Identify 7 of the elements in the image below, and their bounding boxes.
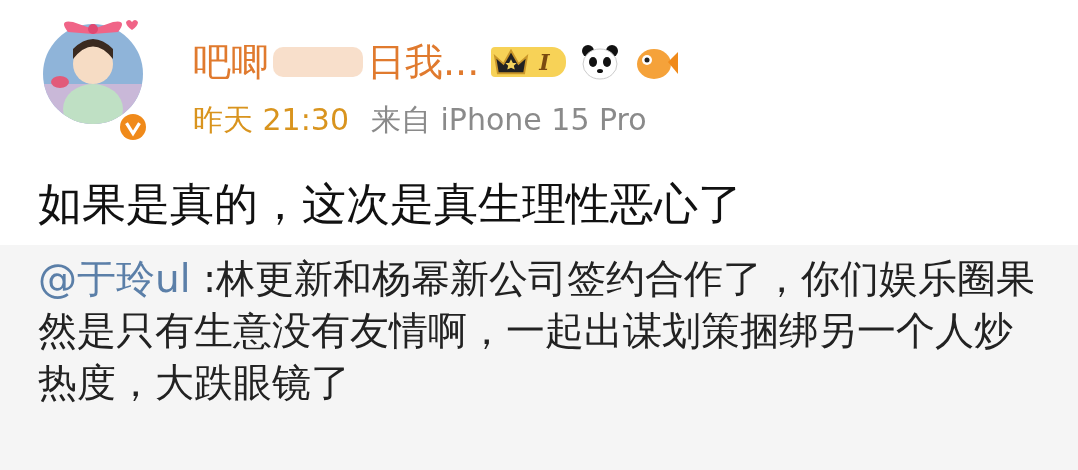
user-name[interactable]: 吧唧 日我... — [193, 36, 480, 88]
post-source: 来自 iPhone 15 Pro — [371, 102, 647, 137]
post-time: 昨天 21:30 — [193, 102, 349, 137]
repost-text: @于玲ul :林更新和杨幂新公司签约合作了，你们娱乐圈果然是只有生意没有友情啊，一起出谋划策捆绑另一个人炒热度，大跌眼镜了 — [38, 255, 1037, 407]
level-badge[interactable]: I — [491, 47, 566, 77]
post-text: 如果是真的，这次是真生理性恶心了 — [38, 177, 743, 231]
mention-link[interactable]: @于玲ul — [38, 256, 191, 301]
